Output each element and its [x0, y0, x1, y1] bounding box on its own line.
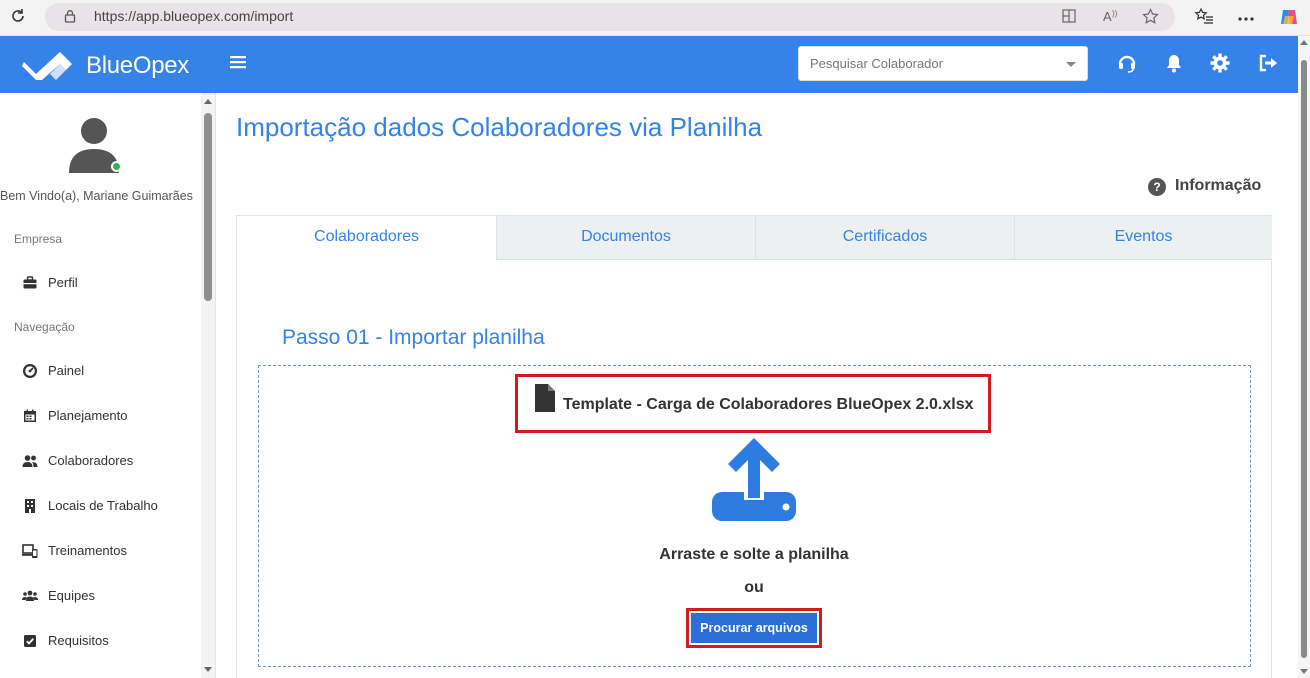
sidebar-item-label: Perfil [48, 275, 78, 290]
scroll-down-icon[interactable] [204, 667, 212, 672]
scrollbar-thumb[interactable] [1301, 60, 1307, 658]
page-title: Importação dados Colaboradores via Plani… [236, 112, 763, 142]
search-placeholder: Pesquisar Colaborador [810, 56, 943, 71]
search-employee-select[interactable]: Pesquisar Colaborador [798, 46, 1088, 81]
dashboard-icon [23, 364, 37, 378]
notifications-bell-icon[interactable] [1163, 52, 1185, 74]
app-header: BlueOpex Pesquisar Colaborador [0, 36, 1298, 93]
url-text[interactable]: https://app.blueopex.com/import [94, 8, 293, 24]
sidebar-item-label: Locais de Trabalho [48, 498, 158, 513]
scroll-up-icon[interactable] [1300, 40, 1308, 45]
scroll-down-icon[interactable] [1300, 669, 1308, 674]
welcome-text: Bem Vindo(a), Mariane Guimarães [0, 189, 193, 203]
drag-drop-text: Arraste e solte a planilha [659, 546, 849, 563]
info-label: Informação [1175, 177, 1262, 194]
tab-eventos[interactable]: Eventos [1014, 216, 1272, 260]
online-status-indicator [111, 161, 122, 172]
logout-icon[interactable] [1257, 52, 1279, 74]
building-icon [25, 499, 35, 513]
chevron-down-icon [1066, 62, 1076, 67]
reload-icon[interactable] [8, 7, 28, 27]
address-bar[interactable]: https://app.blueopex.com/import A)) [45, 3, 1175, 31]
question-circle-icon: ? [1148, 178, 1166, 196]
settings-gear-icon[interactable] [1209, 52, 1231, 74]
svg-text:)): )) [1112, 9, 1118, 18]
template-download-link[interactable]: Template - Carga de Colaboradores BlueOp… [563, 396, 974, 414]
sidebar-item-painel[interactable]: Painel [14, 356, 198, 386]
sidebar-item-locais-de-trabalho[interactable]: Locais de Trabalho [14, 491, 198, 521]
section-label-empresa: Empresa [14, 232, 63, 246]
scroll-up-icon[interactable] [204, 99, 212, 104]
blueopex-logo [22, 52, 72, 80]
sidebar-item-requisitos[interactable]: Requisitos [14, 626, 198, 656]
favorite-star-icon[interactable] [1141, 8, 1159, 26]
tab-colaboradores[interactable]: Colaboradores [237, 216, 496, 260]
scrollbar-thumb[interactable] [204, 113, 212, 301]
lock-icon [64, 10, 76, 23]
menu-toggle-icon[interactable] [229, 52, 249, 74]
section-label-navegacao: Navegação [14, 320, 75, 334]
sidebar-item-label: Planejamento [48, 408, 128, 423]
split-screen-icon[interactable] [1060, 8, 1078, 26]
sidebar-item-perfil[interactable]: Perfil [14, 268, 198, 298]
sidebar-item-label: Requisitos [48, 633, 109, 648]
briefcase-icon [23, 276, 37, 289]
favorites-list-icon[interactable] [1193, 7, 1215, 27]
calendar-icon [24, 409, 36, 422]
sidebar-item-label: Colaboradores [48, 453, 134, 468]
browser-toolbar: https://app.blueopex.com/import A)) [0, 0, 1310, 36]
read-aloud-icon[interactable]: A)) [1102, 8, 1120, 26]
or-text: ou [744, 579, 764, 596]
sidebar-item-planejamento[interactable]: Planejamento [14, 401, 198, 431]
file-icon [535, 384, 555, 412]
copilot-icon[interactable] [1278, 7, 1300, 27]
browse-files-button[interactable]: Procurar arquivos [691, 613, 817, 643]
users-icon [22, 455, 38, 467]
sidebar-item-label: Painel [48, 363, 85, 378]
tab-certificados[interactable]: Certificados [755, 216, 1014, 260]
more-options-icon[interactable] [1235, 7, 1257, 27]
step-title: Passo 01 - Importar planilha [282, 326, 545, 349]
support-headset-icon[interactable] [1116, 52, 1138, 74]
checkbox-icon [24, 635, 36, 647]
brand-name: BlueOpex [86, 52, 189, 79]
sidebar-item-colaboradores[interactable]: Colaboradores [14, 446, 198, 476]
upload-icon [712, 438, 796, 521]
tab-documentos[interactable]: Documentos [496, 216, 755, 260]
svg-text:A: A [1103, 9, 1112, 24]
